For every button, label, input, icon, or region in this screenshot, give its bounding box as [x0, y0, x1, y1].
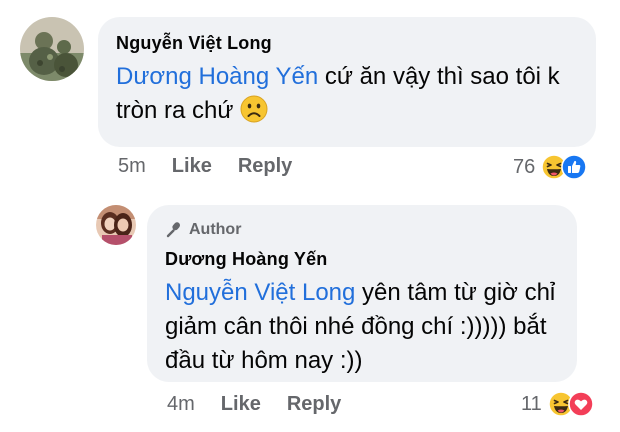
author-badge: Author	[165, 219, 577, 241]
comment-timestamp[interactable]: 5m	[118, 155, 146, 178]
reply-button[interactable]: Reply	[287, 393, 341, 416]
comment-author[interactable]: Nguyễn Việt Long	[116, 33, 596, 54]
comment-actions: 4m Like Reply	[167, 393, 341, 416]
avatar-photo	[96, 205, 136, 245]
comment-bubble: Nguyễn Việt Long Dương Hoàng Yến cứ ăn v…	[98, 17, 596, 147]
reaction-summary[interactable]: 76	[513, 154, 587, 180]
love-icon	[568, 391, 594, 417]
avatar-photo	[20, 17, 84, 81]
comment-text: Dương Hoàng Yến cứ ăn vậy thì sao tôi k …	[116, 60, 596, 128]
comment-actions: 5m Like Reply	[118, 155, 292, 178]
avatar[interactable]	[96, 205, 136, 245]
mention-link[interactable]: Dương Hoàng Yến	[116, 63, 318, 90]
reply-button[interactable]: Reply	[238, 155, 292, 178]
avatar[interactable]	[20, 17, 84, 81]
comment-bubble: Author Dương Hoàng Yến Nguyễn Việt Long …	[147, 205, 577, 382]
author-badge-label: Author	[189, 221, 242, 238]
microphone-icon	[166, 222, 181, 238]
mention-link[interactable]: Nguyễn Việt Long	[165, 279, 355, 306]
reaction-count: 76	[513, 155, 536, 178]
comment-author[interactable]: Dương Hoàng Yến	[165, 249, 577, 270]
sad-face-icon	[240, 95, 268, 123]
comment-timestamp[interactable]: 4m	[167, 393, 195, 416]
like-button[interactable]: Like	[172, 155, 212, 178]
reaction-summary[interactable]: 11	[521, 391, 594, 417]
reaction-count: 11	[521, 392, 542, 415]
comment-text: Nguyễn Việt Long yên tâm từ giờ chỉ giảm…	[165, 276, 577, 378]
like-button[interactable]: Like	[221, 393, 261, 416]
like-icon	[561, 154, 587, 180]
